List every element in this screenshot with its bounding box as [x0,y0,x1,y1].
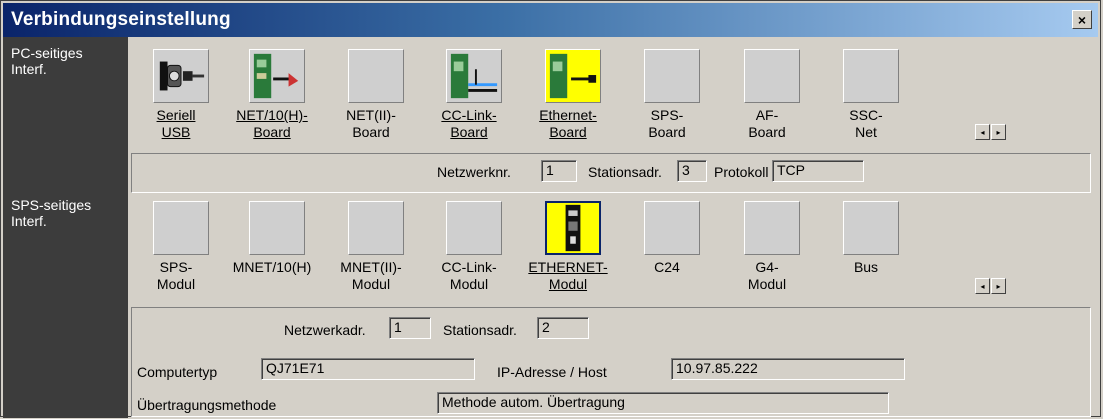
ip-address-label: IP-Adresse / Host [497,364,607,380]
pc-interface-option-label: SSC- Net [849,107,883,140]
close-icon: × [1077,11,1087,28]
sps-interface-option-label: MNET(II)- Modul [340,259,402,292]
close-button[interactable]: × [1072,10,1092,29]
pc-interface-option-label: CC-Link- Board [441,107,497,140]
net10-board-icon[interactable] [249,49,305,103]
sps-interface-option-label: MNET/10(H) [232,259,312,275]
scroll-left-button[interactable]: ◂ [975,278,990,294]
scroll-right-button[interactable]: ▸ [991,124,1006,140]
pc-side-label: PC-seitiges Interf. [11,45,83,77]
sps-interface-option-label: ETHERNET- Modul [528,259,608,292]
connection-settings-window: Verbindungseinstellung × PC-seitiges Int… [0,0,1101,418]
pc-interface-option-label: NET(II)- Board [346,107,396,140]
arrow-right-icon: ▸ [996,281,1001,291]
stationsadr-label: Stationsadr. [588,164,662,180]
blank-icon[interactable] [744,201,800,255]
sps-side-label: SPS-seitiges Interf. [11,197,92,229]
computertyp-label: Computertyp [137,364,218,380]
sps-interface-option-label: C24 [654,259,680,275]
title-bar[interactable]: Verbindungseinstellung × [3,3,1098,37]
window-title: Verbindungseinstellung [11,9,231,30]
blank-icon[interactable] [249,201,305,255]
scroll-left-button[interactable]: ◂ [975,124,990,140]
arrow-left-icon: ◂ [980,281,985,291]
arrow-left-icon: ◂ [980,127,985,137]
pc-interface-option-label: AF- Board [748,107,786,140]
sps-interface-option-label: SPS- Modul [156,259,196,292]
stationsadr-sps-label: Stationsadr. [443,322,517,338]
cc-link-board-icon[interactable] [446,49,502,103]
blank-icon[interactable] [446,201,502,255]
sps-scroll-buttons: ◂ ▸ [975,278,1006,294]
blank-icon[interactable] [348,201,404,255]
computertyp-field[interactable]: QJ71E71 [261,358,475,380]
netzwerkadr-label: Netzwerkadr. [284,322,366,338]
protokoll-label: Protokoll [714,164,769,180]
netzwerknr-label: Netzwerknr. [437,164,511,180]
blank-icon[interactable] [644,49,700,103]
pc-interface-option-label: Ethernet- Board [539,107,597,140]
stationsadr-sps-field[interactable]: 2 [537,317,589,339]
sps-interface-option-label: G4- Modul [747,259,787,292]
blank-icon[interactable] [644,201,700,255]
stationsadr-field[interactable]: 3 [677,160,707,182]
blank-icon[interactable] [843,49,899,103]
ethernet-module-icon[interactable] [545,201,601,255]
pc-interface-option-label: SPS- Board [648,107,686,140]
scroll-right-button[interactable]: ▸ [991,278,1006,294]
ip-address-field[interactable]: 10.97.85.222 [671,358,905,380]
sps-interface-option-label: Bus [853,259,879,275]
transfer-method-label: Übertragungsmethode [137,397,277,413]
netzwerkadr-field[interactable]: 1 [389,317,431,339]
serial-usb-icon[interactable] [153,49,209,103]
blank-icon[interactable] [843,201,899,255]
blank-icon[interactable] [744,49,800,103]
sps-interface-option-label: CC-Link- Modul [441,259,497,292]
arrow-right-icon: ▸ [996,127,1001,137]
pc-scroll-buttons: ◂ ▸ [975,124,1006,140]
netzwerknr-field[interactable]: 1 [541,160,577,182]
blank-icon[interactable] [348,49,404,103]
ethernet-board-icon[interactable] [545,49,601,103]
pc-interface-option-label: NET/10(H)- Board [236,107,308,140]
pc-interface-option-label: Seriell USB [156,107,196,140]
blank-icon[interactable] [153,201,209,255]
transfer-method-field[interactable]: Methode autom. Übertragung [437,392,889,414]
protokoll-field[interactable]: TCP [772,160,864,182]
